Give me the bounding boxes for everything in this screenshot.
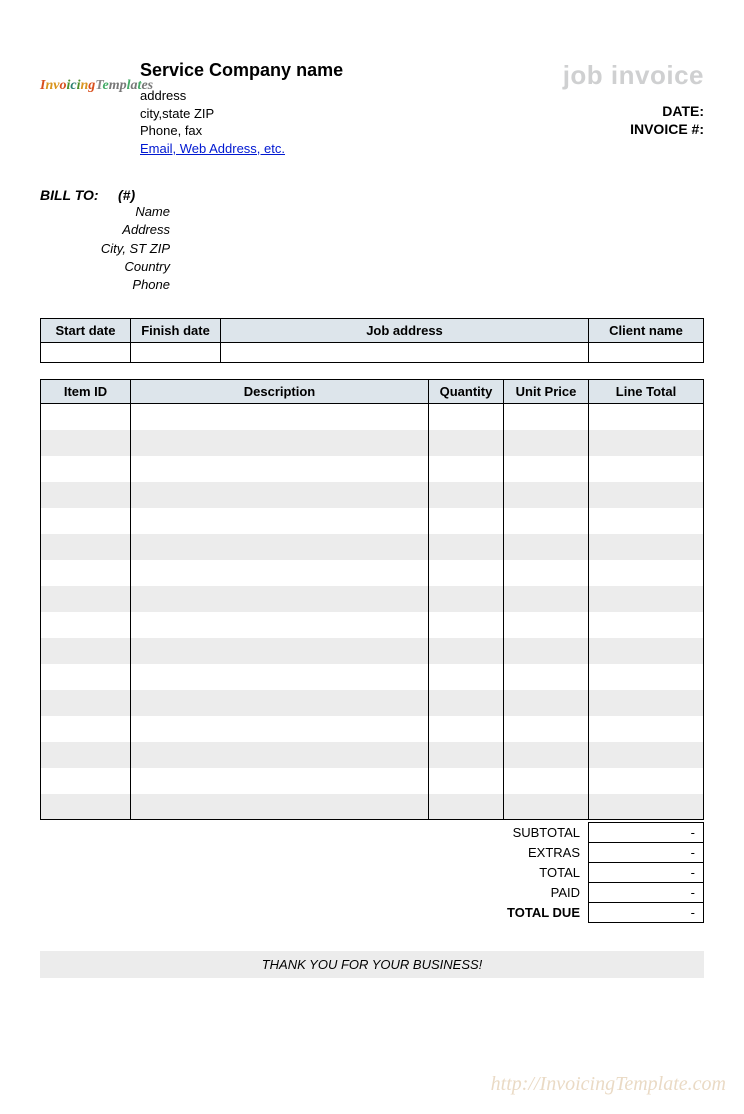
watermark: http://InvoicingTemplate.com [491, 1073, 726, 1096]
header-right: job invoice DATE: INVOICE #: [563, 60, 704, 139]
item-row [41, 638, 704, 664]
item-row [41, 482, 704, 508]
item-row [41, 690, 704, 716]
th-finish-date: Finish date [131, 319, 221, 343]
item-row [41, 404, 704, 430]
cell-start-date [41, 343, 131, 363]
total-due-value: - [589, 903, 704, 923]
subtotal-label: SUBTOTAL [40, 823, 589, 843]
item-row [41, 716, 704, 742]
bill-to-block: BILL TO: (#) Name Address City, ST ZIP C… [40, 187, 210, 294]
company-address: address [140, 87, 563, 105]
item-row [41, 794, 704, 820]
paid-label: PAID [40, 883, 589, 903]
bill-to-address: Address [40, 221, 170, 239]
logo: InvoicingTemplates [40, 60, 140, 94]
total-value: - [589, 863, 704, 883]
th-line-total: Line Total [589, 380, 704, 404]
date-label: DATE: [563, 103, 704, 119]
th-start-date: Start date [41, 319, 131, 343]
subtotal-value: - [589, 823, 704, 843]
th-description: Description [131, 380, 429, 404]
item-row [41, 612, 704, 638]
th-quantity: Quantity [429, 380, 504, 404]
th-job-address: Job address [221, 319, 589, 343]
item-row [41, 508, 704, 534]
item-row [41, 768, 704, 794]
thank-you-bar: THANK YOU FOR YOUR BUSINESS! [40, 951, 704, 978]
invoice-title: job invoice [563, 60, 704, 91]
company-name: Service Company name [140, 60, 563, 81]
company-phone-fax: Phone, fax [140, 122, 563, 140]
item-row [41, 586, 704, 612]
item-row [41, 534, 704, 560]
total-label: TOTAL [40, 863, 589, 883]
extras-label: EXTRAS [40, 843, 589, 863]
bill-to-name: Name [40, 203, 170, 221]
cell-finish-date [131, 343, 221, 363]
bill-to-label: BILL TO: [40, 187, 118, 203]
th-client-name: Client name [589, 319, 704, 343]
totals-block: SUBTOTAL - EXTRAS - TOTAL - PAID - TOTAL… [40, 822, 704, 923]
total-due-label: TOTAL DUE [40, 903, 589, 923]
invoice-number-label: INVOICE #: [563, 121, 704, 137]
company-block: Service Company name address city,state … [140, 60, 563, 157]
item-row [41, 560, 704, 586]
bill-to-country: Country [40, 258, 170, 276]
bill-to-phone: Phone [40, 276, 170, 294]
cell-client-name [589, 343, 704, 363]
bill-to-hash: (#) [118, 187, 135, 203]
paid-value: - [589, 883, 704, 903]
extras-value: - [589, 843, 704, 863]
job-table: Start date Finish date Job address Clien… [40, 318, 704, 363]
company-lines: address city,state ZIP Phone, fax Email,… [140, 87, 563, 157]
items-table: Item ID Description Quantity Unit Price … [40, 379, 704, 820]
item-row [41, 742, 704, 768]
job-row [41, 343, 704, 363]
item-row [41, 430, 704, 456]
bill-to-city-st-zip: City, ST ZIP [40, 240, 170, 258]
item-row [41, 664, 704, 690]
th-unit-price: Unit Price [504, 380, 589, 404]
cell-job-address [221, 343, 589, 363]
invoice-page: InvoicingTemplates Service Company name … [0, 0, 744, 1114]
th-item-id: Item ID [41, 380, 131, 404]
company-city-state-zip: city,state ZIP [140, 105, 563, 123]
item-row [41, 456, 704, 482]
email-web-link[interactable]: Email, Web Address, etc. [140, 141, 285, 156]
header-row: InvoicingTemplates Service Company name … [40, 60, 704, 157]
